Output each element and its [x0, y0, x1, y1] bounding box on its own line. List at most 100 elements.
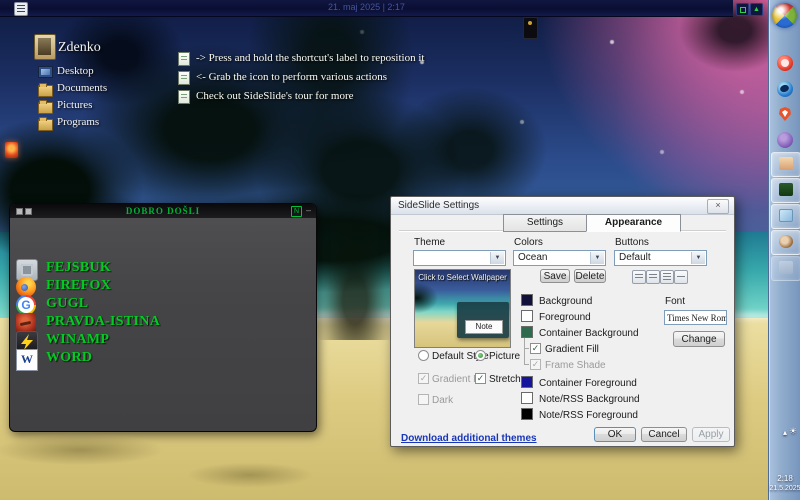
programs-folder-icon[interactable] — [38, 119, 53, 131]
pravda-istina-icon[interactable] — [16, 313, 36, 333]
ok-button[interactable]: OK — [594, 427, 636, 442]
note-rss-foreground-label[interactable]: Note/RSS Foreground — [539, 410, 638, 421]
save-button[interactable]: Save — [540, 269, 570, 283]
note-rss-foreground-swatch[interactable] — [521, 408, 533, 420]
taskbar-app-button[interactable] — [771, 230, 800, 255]
download-themes-link[interactable]: Download additional themes — [401, 433, 537, 444]
desktop-item-programs[interactable]: Programs — [57, 116, 99, 128]
container-title: DOBRO DOŠLI — [10, 206, 316, 216]
brave-icon[interactable] — [777, 106, 793, 122]
colors-select[interactable]: Ocean ▼ — [513, 250, 606, 266]
layout-option-button[interactable] — [632, 270, 646, 284]
desktop-item-documents[interactable]: Documents — [57, 82, 107, 94]
foreground-swatch[interactable] — [521, 310, 533, 322]
container-background-label[interactable]: Container Background — [539, 328, 639, 339]
shortcut-label[interactable]: FIREFOX — [46, 278, 111, 294]
new-container-button[interactable] — [736, 3, 749, 16]
shortcut-container[interactable]: DOBRO DOŠLI N – FEJSBUK FIREFOX G GUGL P… — [9, 203, 317, 432]
container-badge-icon[interactable]: N — [291, 206, 302, 217]
close-button[interactable]: × — [707, 199, 729, 214]
hint-reposition: -> Press and hold the shortcut's label t… — [196, 52, 424, 64]
container-icon — [740, 7, 746, 13]
shortcut-label[interactable]: FEJSBUK — [46, 260, 111, 276]
container-foreground-label[interactable]: Container Foreground — [539, 378, 637, 389]
chevron-down-icon[interactable]: ▼ — [590, 252, 604, 264]
tree-connector — [524, 348, 529, 349]
container-foreground-swatch[interactable] — [521, 376, 533, 388]
chevron-down-icon[interactable]: ▼ — [490, 252, 504, 264]
frame-shade-checkbox[interactable]: ✓ — [530, 359, 541, 370]
chevron-down-icon[interactable]: ▼ — [691, 252, 705, 264]
background-label[interactable]: Background — [539, 296, 592, 307]
default-style-radio[interactable] — [418, 350, 429, 361]
viber-icon[interactable] — [777, 132, 793, 148]
note-rss-background-label[interactable]: Note/RSS Background — [539, 394, 640, 405]
shortcut-label[interactable]: WINAMP — [46, 332, 109, 348]
desktop-shortcut-icon[interactable] — [5, 142, 18, 158]
taskbar-app-button[interactable] — [771, 152, 800, 177]
stretch-checkbox[interactable]: ✓ — [475, 373, 486, 384]
theme-select[interactable]: ▼ — [413, 250, 506, 266]
desktop-shortcut-icon[interactable] — [523, 17, 538, 39]
start-button[interactable] — [772, 3, 797, 28]
font-value-field[interactable]: Times New Roman 10 — [664, 310, 727, 325]
foreground-label[interactable]: Foreground — [539, 312, 591, 323]
dark-checkbox[interactable] — [418, 394, 429, 405]
theme-label: Theme — [414, 237, 445, 248]
frame-shade-label: Frame Shade — [545, 360, 606, 371]
desktop-folder-icon[interactable] — [38, 66, 53, 78]
picture-radio[interactable] — [475, 350, 486, 361]
gradient-fill-checkbox[interactable]: ✓ — [418, 373, 429, 384]
tab-settings[interactable]: Settings — [503, 214, 587, 232]
tab-appearance[interactable]: Appearance — [586, 214, 681, 232]
browser-crescent-icon[interactable] — [777, 81, 793, 97]
opera-icon[interactable] — [777, 55, 793, 71]
delete-button[interactable]: Delete — [574, 269, 606, 283]
sun-icon[interactable]: ☀ — [777, 426, 800, 437]
taskbar-app-button[interactable] — [771, 204, 800, 229]
desktop-user-label[interactable]: Zdenko — [58, 40, 101, 56]
layout-option-button[interactable] — [646, 270, 660, 284]
collapse-button[interactable]: ▲ — [750, 3, 763, 16]
change-font-button[interactable]: Change — [673, 331, 725, 347]
pictures-folder-icon[interactable] — [38, 102, 53, 114]
google-icon[interactable]: G — [16, 295, 36, 315]
desktop-item-pictures[interactable]: Pictures — [57, 99, 92, 111]
shortcut-label[interactable]: GUGL — [46, 296, 88, 312]
tray-date[interactable]: 21.5.2025 — [769, 485, 800, 492]
note-rss-background-swatch[interactable] — [521, 392, 533, 404]
background-swatch[interactable] — [521, 294, 533, 306]
user-folder-icon[interactable] — [34, 34, 56, 60]
buttons-label: Buttons — [615, 237, 649, 248]
check-icon: ✓ — [477, 373, 485, 383]
cancel-button[interactable]: Cancel — [641, 427, 687, 442]
taskbar-app-button[interactable] — [771, 256, 800, 281]
desktop-root: 21. maj 2025 | 2:17 ▲ Zdenko Desktop Doc… — [0, 0, 800, 500]
buttons-select[interactable]: Default ▼ — [614, 250, 707, 266]
vertical-taskbar[interactable]: ▴ ☀ 2:18 21.5.2025 — [768, 0, 800, 500]
wallpaper-preview[interactable]: Click to Select Wallpaper Note — [414, 269, 511, 348]
gradient-fill-color-label[interactable]: Gradient Fill — [545, 344, 599, 355]
apply-button[interactable]: Apply — [692, 427, 730, 442]
documents-folder-icon[interactable] — [38, 85, 53, 97]
container-background-swatch[interactable] — [521, 326, 533, 338]
tray-clock[interactable]: 2:18 — [769, 474, 800, 483]
picture-label[interactable]: Picture — [489, 351, 520, 362]
taskbar-app-button[interactable] — [771, 178, 800, 203]
dialog-title: SideSlide Settings — [398, 200, 479, 211]
shortcut-label[interactable]: WORD — [46, 350, 92, 366]
list-option-button[interactable] — [660, 270, 674, 284]
desktop-item-desktop[interactable]: Desktop — [57, 65, 94, 77]
eject-option-button[interactable] — [674, 270, 688, 284]
container-minimize-icon[interactable]: – — [306, 205, 311, 215]
shortcut-label[interactable]: PRAVDA-ISTINA — [46, 314, 160, 330]
word-icon[interactable]: W — [16, 349, 38, 371]
dialog-title-bar[interactable]: SideSlide Settings × — [391, 197, 734, 215]
firefox-icon[interactable] — [16, 277, 36, 297]
menu-icon[interactable] — [14, 2, 28, 16]
mail-app-icon — [779, 157, 793, 170]
gradient-fill-color-checkbox[interactable]: ✓ — [530, 343, 541, 354]
colors-value: Ocean — [518, 252, 547, 263]
stretch-label[interactable]: Stretch — [489, 374, 521, 385]
container-header[interactable]: DOBRO DOŠLI N – — [10, 204, 316, 218]
